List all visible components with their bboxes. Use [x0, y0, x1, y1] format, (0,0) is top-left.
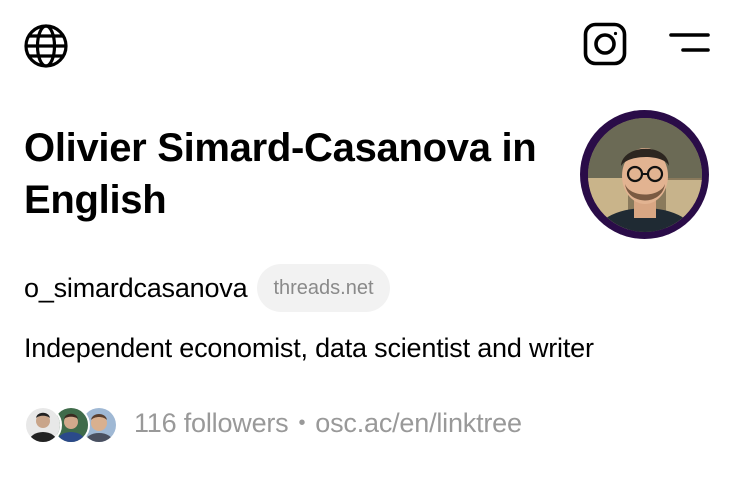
follower-avatars[interactable]: [24, 404, 118, 444]
avatar[interactable]: [580, 110, 709, 239]
followers-count[interactable]: 116 followers: [134, 408, 289, 439]
globe-icon[interactable]: [22, 22, 70, 70]
profile-link[interactable]: osc.ac/en/linktree: [315, 408, 522, 439]
profile-handle: o_simardcasanova: [24, 272, 248, 303]
domain-badge[interactable]: threads.net: [257, 264, 390, 312]
follower-avatar: [24, 406, 62, 444]
separator-dot: •: [298, 411, 306, 434]
meta-text: 116 followers • osc.ac/en/linktree: [134, 408, 522, 439]
menu-icon[interactable]: [666, 28, 712, 58]
instagram-icon[interactable]: [582, 21, 628, 67]
followers-row: 116 followers • osc.ac/en/linktree: [24, 402, 522, 444]
handle-row: o_simardcasanova threads.net: [24, 263, 390, 313]
profile-name: Olivier Simard-Casanova in English: [24, 126, 537, 222]
profile-bio: Independent economist, data scientist an…: [24, 333, 594, 363]
